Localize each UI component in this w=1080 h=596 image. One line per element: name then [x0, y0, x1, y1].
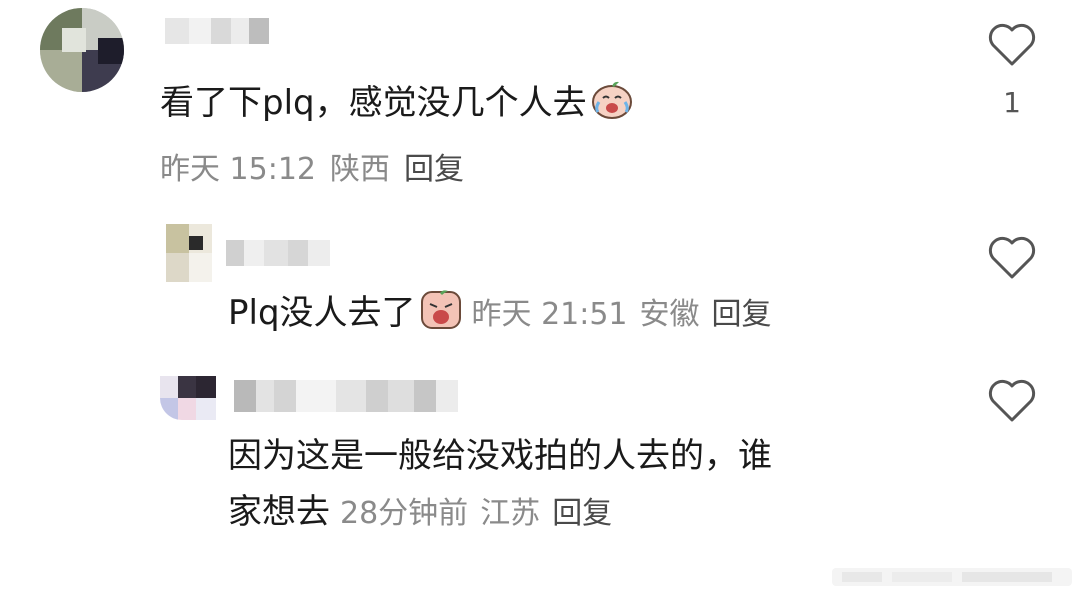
timestamp: 28分钟前: [340, 496, 469, 531]
avatar[interactable]: [160, 376, 216, 420]
username-blurred[interactable]: [226, 240, 330, 266]
like-heart-icon[interactable]: [987, 378, 1037, 424]
watermark: [832, 562, 1072, 592]
reply-button[interactable]: 回复: [404, 152, 464, 187]
comment-text-line: 因为这是一般给没戏拍的人去的，谁: [228, 436, 772, 476]
location: 陕西: [330, 152, 390, 187]
username-blurred[interactable]: [165, 18, 269, 44]
comment-text: 看了下plq，感觉没几个人去: [160, 80, 633, 123]
crying-emoji: [420, 290, 462, 330]
like-count: 1: [1003, 86, 1021, 119]
avatar[interactable]: [166, 224, 212, 282]
comment-text-line: 家想去 28分钟前 江苏 回复: [228, 492, 613, 532]
comment-meta: 昨天 15:12 陕西 回复: [160, 144, 478, 188]
comment-text: Plq没人去了 昨天 21:51 安徽 回复: [228, 290, 784, 335]
timestamp: 昨天 15:12: [160, 152, 316, 187]
location: 江苏: [480, 496, 541, 531]
like-heart-icon[interactable]: [987, 235, 1037, 281]
reply-button[interactable]: 回复: [552, 496, 612, 531]
reply-button[interactable]: 回复: [712, 297, 772, 332]
avatar[interactable]: [40, 8, 124, 92]
timestamp: 昨天 21:51: [471, 297, 628, 332]
username-blurred[interactable]: [234, 380, 458, 412]
crying-laugh-emoji: [591, 80, 633, 120]
like-heart-icon[interactable]: [987, 22, 1037, 68]
location: 安徽: [639, 297, 700, 332]
